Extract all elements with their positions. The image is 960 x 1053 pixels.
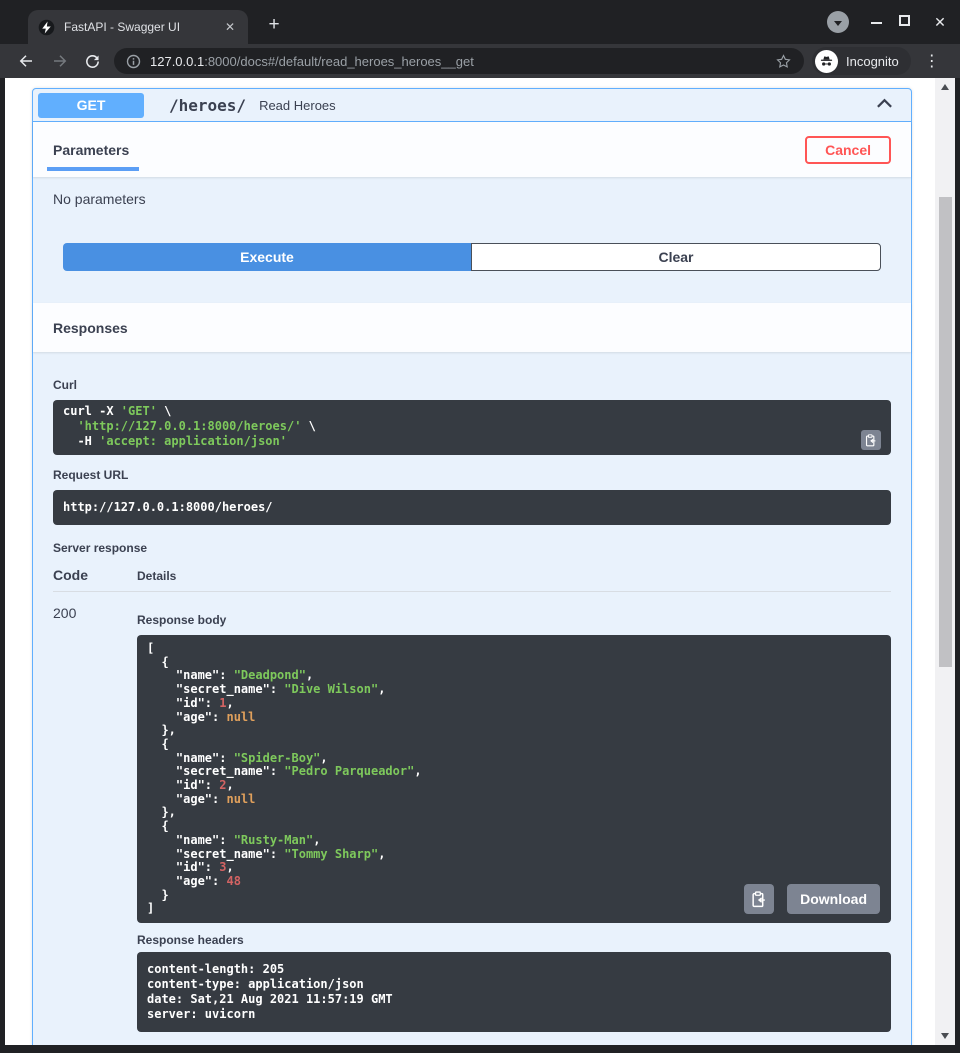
- tab-close-icon[interactable]: ✕: [220, 18, 240, 36]
- method-badge: GET: [38, 93, 144, 118]
- window-minimize-button[interactable]: [866, 12, 886, 32]
- server-response-table: Code Details 200 Response body [ { "name…: [53, 567, 891, 1032]
- request-url-text: http://127.0.0.1:8000/heroes/: [63, 500, 881, 515]
- response-table-head: Code Details: [53, 567, 891, 592]
- reload-button[interactable]: [80, 49, 104, 73]
- fastapi-favicon-icon: [38, 19, 55, 36]
- parameters-header: Parameters Cancel: [33, 122, 911, 177]
- forward-button[interactable]: [48, 49, 72, 73]
- scrollbar-down-arrow[interactable]: [935, 1029, 955, 1043]
- responses-inner: Curl curl -X 'GET' \ 'http://127.0.0.1:8…: [33, 352, 911, 1045]
- endpoint-summary: Read Heroes: [259, 98, 336, 113]
- response-row-200: 200 Response body [ { "name": "Deadpond"…: [53, 605, 891, 1032]
- response-details: Response body [ { "name": "Deadpond", "s…: [137, 605, 891, 1032]
- new-tab-button[interactable]: +: [260, 11, 288, 39]
- no-parameters-text: No parameters: [53, 191, 891, 207]
- chevron-down-icon: [834, 21, 842, 26]
- url-text[interactable]: 127.0.0.1:8000/docs#/default/read_heroes…: [150, 54, 775, 69]
- incognito-badge: Incognito: [812, 47, 911, 75]
- details-column-header: Details: [137, 569, 176, 583]
- url-path: :8000/docs#/default/read_heroes_heroes__…: [204, 54, 474, 69]
- endpoint-path: /heroes/: [169, 96, 246, 115]
- download-button[interactable]: Download: [787, 884, 880, 914]
- tab-bar: FastAPI - Swagger UI ✕ + ✕: [0, 0, 960, 44]
- copy-response-button[interactable]: [744, 884, 774, 914]
- cancel-button[interactable]: Cancel: [805, 136, 891, 164]
- incognito-label: Incognito: [846, 54, 899, 69]
- browser-toolbar: 127.0.0.1:8000/docs#/default/read_heroes…: [0, 44, 960, 78]
- scrollbar-thumb[interactable]: [939, 197, 952, 667]
- code-column-header: Code: [53, 567, 137, 583]
- collapse-chevron-up-icon[interactable]: [876, 96, 893, 114]
- operation-header[interactable]: GET /heroes/ Read Heroes: [33, 89, 911, 122]
- response-headers-label: Response headers: [137, 933, 891, 947]
- back-button[interactable]: [14, 49, 38, 73]
- response-body-label: Response body: [137, 613, 891, 627]
- active-tab-underline: [47, 167, 139, 171]
- execute-row: Execute Clear: [63, 243, 881, 271]
- execute-button[interactable]: Execute: [63, 243, 471, 271]
- window-close-button[interactable]: ✕: [929, 11, 951, 33]
- browser-tab[interactable]: FastAPI - Swagger UI ✕: [28, 10, 248, 44]
- response-body-code: [ { "name": "Deadpond", "secret_name": "…: [147, 642, 881, 916]
- status-code: 200: [53, 605, 137, 1032]
- swagger-page: GET /heroes/ Read Heroes Parameters Canc…: [5, 78, 955, 1045]
- scrollbar-up-arrow[interactable]: [935, 80, 955, 94]
- parameters-title: Parameters: [53, 142, 129, 158]
- request-url-value: http://127.0.0.1:8000/heroes/: [53, 490, 891, 525]
- page-info-icon[interactable]: [126, 54, 141, 69]
- tab-search-button[interactable]: [827, 11, 849, 33]
- page-scrollbar[interactable]: [935, 78, 955, 1045]
- curl-code: curl -X 'GET' \ 'http://127.0.0.1:8000/h…: [63, 404, 861, 449]
- window-maximize-button[interactable]: [899, 15, 910, 26]
- server-response-label: Server response: [53, 541, 891, 555]
- response-body-block: [ { "name": "Deadpond", "secret_name": "…: [137, 635, 891, 923]
- response-headers-code: content-length: 205content-type: applica…: [147, 962, 881, 1022]
- url-host: 127.0.0.1: [150, 54, 204, 69]
- incognito-icon: [815, 50, 838, 73]
- parameters-body: No parameters Execute Clear: [33, 177, 911, 303]
- responses-title: Responses: [53, 320, 128, 336]
- operation-block-get-heroes: GET /heroes/ Read Heroes Parameters Canc…: [32, 88, 912, 1045]
- bookmark-star-icon[interactable]: [775, 53, 792, 70]
- request-url-label: Request URL: [53, 468, 891, 482]
- response-headers-block: content-length: 205content-type: applica…: [137, 952, 891, 1032]
- curl-label: Curl: [53, 378, 891, 392]
- url-bar[interactable]: 127.0.0.1:8000/docs#/default/read_heroes…: [114, 48, 804, 74]
- responses-header: Responses: [33, 303, 911, 352]
- curl-command: curl -X 'GET' \ 'http://127.0.0.1:8000/h…: [53, 400, 891, 455]
- clipboard-icon: [751, 891, 767, 908]
- response-body-actions: Download: [744, 884, 880, 914]
- clipboard-icon: [865, 434, 877, 447]
- browser-menu-button[interactable]: ⋮: [922, 51, 942, 71]
- tab-title: FastAPI - Swagger UI: [64, 20, 220, 34]
- clear-button[interactable]: Clear: [471, 243, 881, 271]
- copy-curl-button[interactable]: [861, 430, 881, 450]
